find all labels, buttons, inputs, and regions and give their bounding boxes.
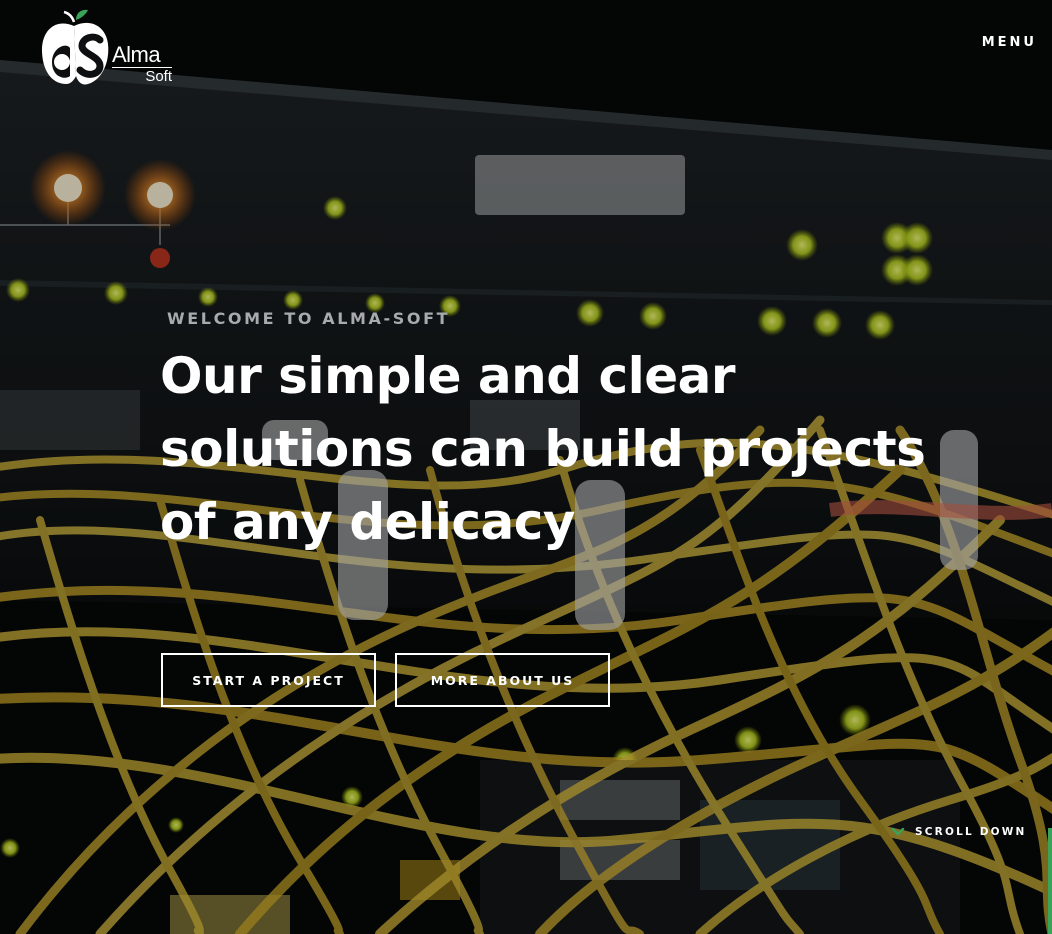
more-about-us-button[interactable]: MORE ABOUT US — [395, 653, 610, 707]
logo-text-alma: Alma — [112, 44, 172, 68]
brand-logo[interactable]: Alma Soft — [38, 8, 178, 90]
hero-headline: Our simple and clear solutions can build… — [160, 340, 950, 559]
scroll-down-label: SCROLL DOWN — [915, 826, 1027, 838]
menu-button[interactable]: MENU — [982, 35, 1037, 50]
headline-line: Our simple and clear — [160, 347, 736, 405]
logo-mark-icon — [41, 9, 109, 85]
scroll-down-link[interactable]: SCROLL DOWN — [891, 826, 1027, 838]
logo-wordmark: Alma Soft — [112, 44, 172, 85]
chevron-down-icon — [891, 827, 905, 836]
headline-line: solutions can build projects — [160, 420, 926, 478]
hero-section: Alma Soft MENU WELCOME TO ALMA-SOFT Our … — [0, 0, 1052, 934]
headline-line: of any delicacy — [160, 493, 575, 551]
scroll-indicator-bar — [1048, 828, 1052, 934]
logo-text-soft: Soft — [145, 68, 172, 85]
hero-eyebrow: WELCOME TO ALMA-SOFT — [167, 309, 451, 328]
start-project-button[interactable]: START A PROJECT — [161, 653, 376, 707]
